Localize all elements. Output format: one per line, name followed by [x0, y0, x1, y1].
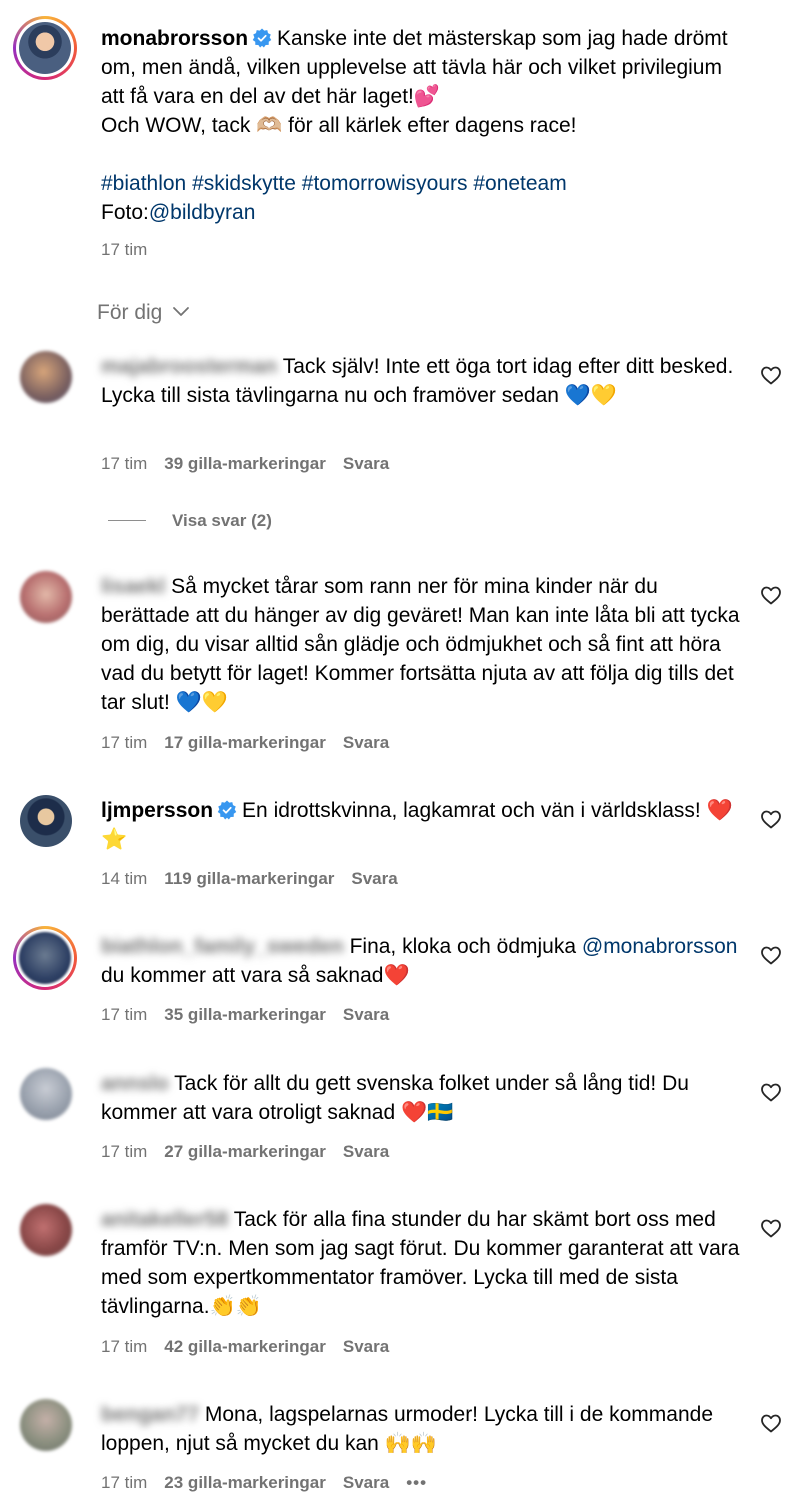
avatar[interactable]: [19, 932, 71, 984]
avatar[interactable]: [20, 571, 72, 623]
avatar[interactable]: [20, 1399, 72, 1451]
verified-badge-icon: [217, 800, 237, 820]
comment-username[interactable]: lisaekl: [101, 572, 165, 601]
comment-likes[interactable]: 119 gilla-markeringar: [164, 869, 334, 888]
post-caption-text-2: Och WOW, tack 🫶🏼 för all kärlek efter da…: [101, 114, 577, 137]
comment-likes[interactable]: 42 gilla-markeringar: [164, 1337, 326, 1356]
comment-meta: 14 tim 119 gilla-markeringar Svara: [101, 869, 415, 889]
verified-badge-icon: [252, 28, 272, 48]
comment-body-post: du kommer att vara så saknad❤️: [101, 964, 410, 987]
comment-mention-link[interactable]: @monabrorsson: [582, 935, 738, 958]
reply-button[interactable]: Svara: [343, 1473, 389, 1492]
comment-text: bengan77 Mona, lagspelarnas urmoder! Lyc…: [101, 1400, 751, 1458]
reply-button[interactable]: Svara: [343, 733, 389, 752]
like-heart-icon[interactable]: [759, 1411, 783, 1435]
like-heart-icon[interactable]: [759, 943, 783, 967]
like-heart-icon[interactable]: [759, 1216, 783, 1240]
comment-meta: 17 tim 39 gilla-markeringar Svara: [101, 454, 406, 474]
comment-meta: 17 tim 42 gilla-markeringar Svara: [101, 1337, 406, 1357]
comment-likes[interactable]: 17 gilla-markeringar: [164, 733, 326, 752]
comment-meta: 17 tim 35 gilla-markeringar Svara: [101, 1005, 406, 1025]
comment-likes[interactable]: 27 gilla-markeringar: [164, 1142, 326, 1161]
comment-username[interactable]: biathlon_family_sweden: [101, 932, 344, 961]
comment-time[interactable]: 17 tim: [101, 454, 147, 473]
avatar[interactable]: [20, 795, 72, 847]
comment-username[interactable]: ljmpersson: [101, 799, 213, 822]
comment-username[interactable]: anitakeller58: [101, 1205, 228, 1234]
like-heart-icon[interactable]: [759, 807, 783, 831]
reply-button[interactable]: Svara: [343, 1005, 389, 1024]
reply-button[interactable]: Svara: [343, 454, 389, 473]
post-meta: 17 tim: [101, 240, 164, 260]
comment-filter-label: För dig: [97, 301, 163, 324]
post-username[interactable]: monabrorsson: [101, 27, 248, 50]
view-replies-button[interactable]: Visa svar (2): [172, 511, 272, 531]
reply-button[interactable]: Svara: [343, 1337, 389, 1356]
post-author-avatar[interactable]: [19, 22, 71, 74]
chevron-down-icon: [173, 307, 190, 316]
like-heart-icon[interactable]: [759, 583, 783, 607]
avatar[interactable]: [20, 1068, 72, 1120]
comment-time[interactable]: 14 tim: [101, 869, 147, 888]
reply-button[interactable]: Svara: [351, 869, 397, 888]
comment-filter-dropdown[interactable]: För dig: [97, 301, 190, 325]
comment-time[interactable]: 17 tim: [101, 1005, 147, 1024]
comment-time[interactable]: 17 tim: [101, 1142, 147, 1161]
post-caption: monabrorsson Kanske inte det mästerskap s…: [101, 24, 751, 227]
comment-time[interactable]: 17 tim: [101, 733, 147, 752]
comment-text: annslo Tack för allt du gett svenska fol…: [101, 1069, 751, 1127]
comment-text: ljmpersson En idrottskvinna, lagkamrat oc…: [101, 796, 751, 854]
comment-time[interactable]: 17 tim: [101, 1337, 147, 1356]
comment-username[interactable]: bengan77: [101, 1400, 199, 1429]
comment-body: Så mycket tårar som rann ner för mina ki…: [101, 575, 740, 714]
comment-text: lisaekl Så mycket tårar som rann ner för…: [101, 572, 751, 717]
post-hashtags[interactable]: #biathlon #skidskytte #tomorrowisyours #…: [101, 172, 567, 195]
story-avatar-ring[interactable]: [13, 926, 77, 990]
comment-text: anitakeller58 Tack för alla fina stunder…: [101, 1205, 751, 1321]
comment-text: majabroosterman Tack själv! Inte ett öga…: [101, 352, 751, 410]
comment-text: biathlon_family_sweden Fina, kloka och ö…: [101, 932, 751, 990]
comment-likes[interactable]: 35 gilla-markeringar: [164, 1005, 326, 1024]
avatar[interactable]: [20, 1204, 72, 1256]
comment-body: Tack för allt du gett svenska folket und…: [101, 1072, 689, 1124]
avatar[interactable]: [20, 351, 72, 403]
comment-meta: 17 tim 23 gilla-markeringar Svara •••: [101, 1473, 444, 1493]
comment-body-pre: Fina, kloka och ödmjuka: [349, 935, 582, 958]
comment-likes[interactable]: 23 gilla-markeringar: [164, 1473, 326, 1492]
comment-likes[interactable]: 39 gilla-markeringar: [164, 454, 326, 473]
photo-credit-link[interactable]: @bildbyran: [149, 201, 256, 224]
post-author-avatar-ring[interactable]: [13, 16, 77, 80]
comment-username[interactable]: annslo: [101, 1069, 169, 1098]
comment-meta: 17 tim 17 gilla-markeringar Svara: [101, 733, 406, 753]
comment-username[interactable]: majabroosterman: [101, 352, 277, 381]
like-heart-icon[interactable]: [759, 363, 783, 387]
comment-time[interactable]: 17 tim: [101, 1473, 147, 1492]
replies-divider: [108, 520, 146, 521]
like-heart-icon[interactable]: [759, 1080, 783, 1104]
photo-label: Foto:: [101, 201, 149, 224]
comment-meta: 17 tim 27 gilla-markeringar Svara: [101, 1142, 406, 1162]
reply-button[interactable]: Svara: [343, 1142, 389, 1161]
post-time[interactable]: 17 tim: [101, 240, 147, 259]
more-options-button[interactable]: •••: [406, 1473, 427, 1492]
